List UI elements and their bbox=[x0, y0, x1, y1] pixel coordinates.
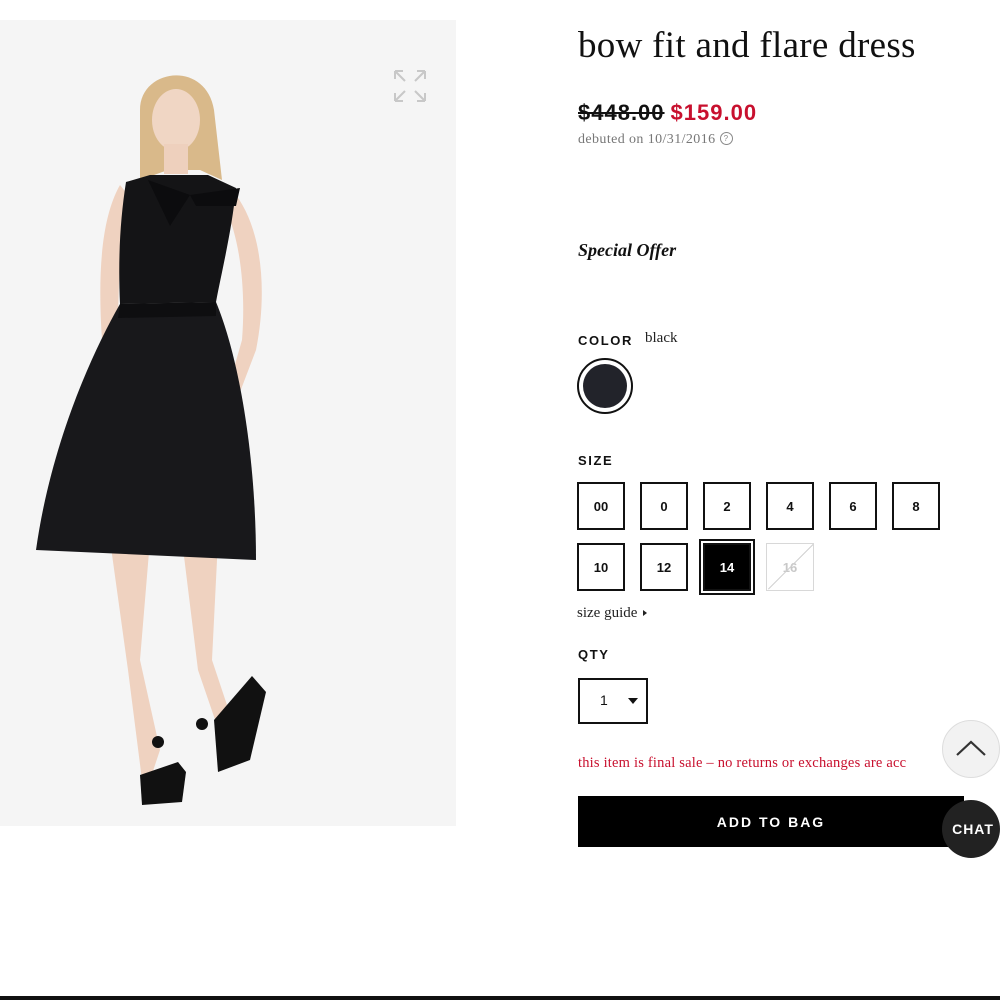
size-option-00[interactable]: 00 bbox=[577, 482, 625, 530]
sale-price: $159.00 bbox=[670, 100, 758, 125]
size-option-10[interactable]: 10 bbox=[577, 543, 625, 591]
size-guide-link[interactable]: size guide bbox=[577, 605, 648, 622]
unavailable-slash bbox=[768, 544, 813, 590]
scroll-to-top-button[interactable] bbox=[942, 720, 1000, 778]
size-option-0[interactable]: 0 bbox=[640, 482, 688, 530]
product-title: bow fit and flare dress bbox=[578, 25, 916, 66]
color-swatch-black[interactable] bbox=[577, 358, 633, 414]
info-circle-icon[interactable]: ? bbox=[719, 132, 733, 145]
product-page: bow fit and flare dress $448.00 $159.00 d… bbox=[0, 0, 1000, 1000]
chat-button[interactable]: CHAT bbox=[942, 800, 1000, 858]
caret-right-icon bbox=[643, 610, 648, 616]
product-image[interactable] bbox=[0, 20, 456, 826]
debut-date: debuted on 10/31/2016? bbox=[578, 132, 733, 148]
final-sale-notice: this item is final sale – no returns or … bbox=[578, 755, 907, 771]
size-option-14-selected[interactable]: 14 bbox=[699, 539, 755, 595]
size-option-8[interactable]: 8 bbox=[892, 482, 940, 530]
quantity-select[interactable]: 1 bbox=[578, 678, 648, 724]
model-illustration bbox=[0, 20, 456, 826]
chevron-down-icon bbox=[628, 698, 638, 704]
price-block: $448.00 $159.00 bbox=[578, 100, 757, 126]
size-option-12[interactable]: 12 bbox=[640, 543, 688, 591]
qty-label: QTY bbox=[578, 647, 610, 662]
size-guide-label: size guide bbox=[577, 605, 638, 621]
debut-date-text: debuted on 10/31/2016 bbox=[578, 132, 716, 147]
color-swatch-fill bbox=[583, 364, 627, 408]
color-label: COLOR bbox=[578, 333, 633, 348]
size-label: SIZE bbox=[578, 453, 614, 468]
chevron-up-icon bbox=[956, 740, 986, 756]
original-price: $448.00 bbox=[578, 100, 665, 125]
special-offer-link[interactable]: Special Offer bbox=[578, 240, 676, 261]
expand-arrows-icon[interactable] bbox=[392, 68, 428, 104]
size-option-4[interactable]: 4 bbox=[766, 482, 814, 530]
quantity-value: 1 bbox=[600, 692, 608, 708]
size-option-16-unavailable: 16 bbox=[766, 543, 814, 591]
size-option-2[interactable]: 2 bbox=[703, 482, 751, 530]
bottom-divider bbox=[0, 996, 1000, 1000]
size-option-6[interactable]: 6 bbox=[829, 482, 877, 530]
add-to-bag-button[interactable]: ADD TO BAG bbox=[578, 796, 964, 847]
selected-color-name: black bbox=[645, 330, 678, 346]
